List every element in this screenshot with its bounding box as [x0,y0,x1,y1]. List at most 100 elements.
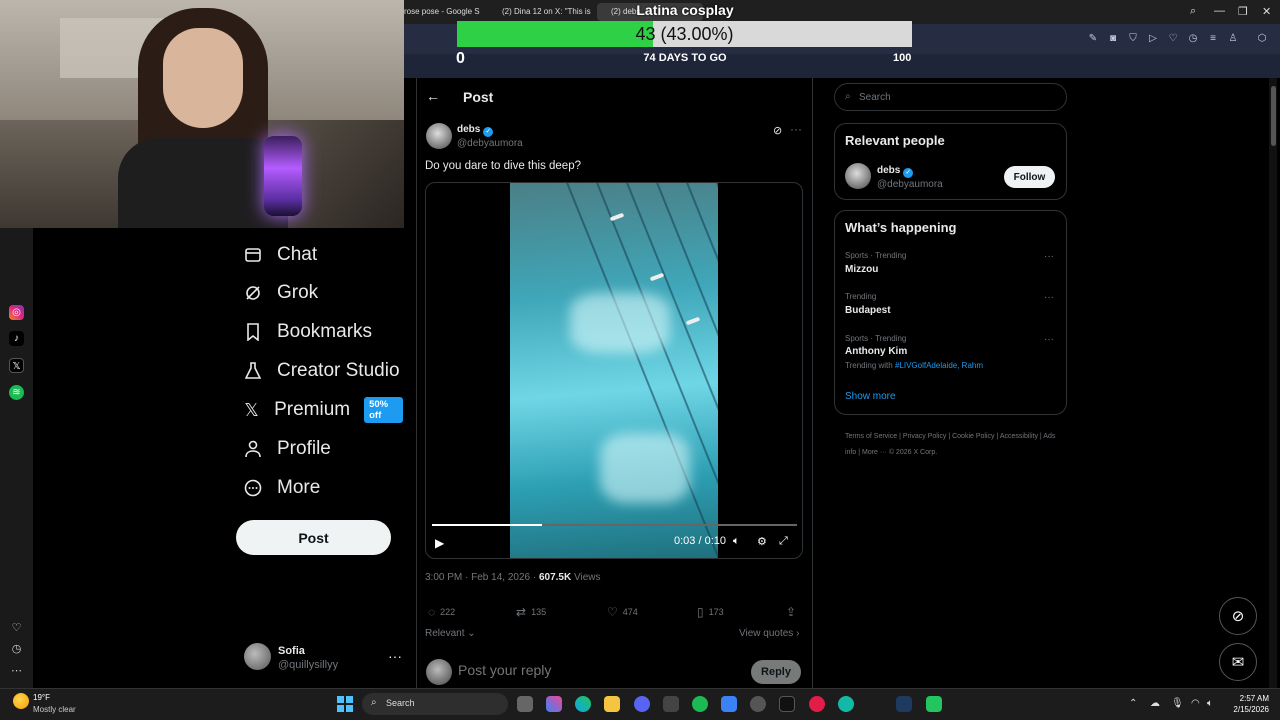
sidebar-item-label: Grok [277,282,319,303]
weather-desc[interactable]: Mostly clear [33,705,76,714]
history-icon[interactable]: ◷ [1186,33,1200,44]
video-player[interactable]: ▶ 0:03 / 0:10 🔈︎ ⚙ ⤢ [425,182,803,559]
back-arrow-icon[interactable]: ← [426,88,440,104]
history-icon[interactable]: ◷ [9,642,24,657]
author-handle[interactable]: @debyaumora [457,138,523,149]
trending-with-links[interactable]: #LIVGolfAdelaide, Rahm [895,361,983,370]
obs-icon[interactable] [926,696,942,712]
sidebar-item-profile[interactable]: Profile [243,430,331,468]
mic-icon[interactable]: 🎙︎ [1171,698,1184,709]
edit-icon[interactable]: ✎ [1086,33,1100,44]
store-icon[interactable] [663,696,679,712]
cloud-icon[interactable]: ☁ [1150,698,1160,709]
repost-button[interactable]: ⇄ 135 [516,605,546,619]
sidebar-item-creator-studio[interactable]: Creator Studio [243,352,400,390]
close-button[interactable]: ✕ [1262,5,1271,18]
sidebar-item-more[interactable]: More [243,469,320,507]
extension-icon[interactable]: ⬡ [1255,33,1269,44]
account-switcher[interactable]: Sofia @quillysillyy ··· [244,643,404,673]
trend-name[interactable]: Mizzou [845,264,878,275]
tiktok-icon[interactable] [779,696,795,712]
edge-icon[interactable] [575,696,591,712]
trend-name[interactable]: Anthony Kim [845,346,907,357]
compose-post-button[interactable]: Post [236,520,391,555]
more-icon[interactable]: ··· [1044,251,1054,262]
tab-google[interactable]: rose pose - Google S [404,3,484,21]
sidebar-item-premium[interactable]: 𝕏 Premium 50% off [243,391,403,429]
weather-icon[interactable] [13,693,29,709]
grok-icon[interactable]: ⊘ [773,124,782,137]
show-more-link[interactable]: Show more [845,391,896,402]
discord-icon[interactable] [634,696,650,712]
person-handle[interactable]: @debyaumora [877,179,943,190]
steam-client-icon[interactable] [896,696,912,712]
more-icon[interactable]: ··· [1044,292,1054,303]
video-frame[interactable] [510,183,718,558]
search-icon[interactable]: ⌕ [1190,5,1196,18]
settings-icon[interactable]: ⚙ [757,535,767,548]
messages-floating-icon[interactable]: ✉ [1219,643,1257,681]
search-input[interactable] [859,89,1059,105]
speaker-icon[interactable]: 🔈︎ [1207,698,1213,709]
taskbar-search[interactable]: ⌕ Search [362,693,508,715]
task-view-icon[interactable] [517,696,533,712]
person-name[interactable]: debs ✓ [877,165,914,178]
chevron-up-icon[interactable]: ⌃ [1129,698,1137,709]
weather-temp[interactable]: 19°F [33,693,50,702]
video-progress-bar[interactable] [432,524,797,526]
mail-app-icon[interactable] [721,696,737,712]
play-icon[interactable]: ▷ [1146,33,1160,44]
footer-links[interactable]: Terms of Service | Privacy Policy | Cook… [845,429,1065,461]
wifi-icon[interactable]: ◠ [1191,698,1200,709]
reply-submit-button[interactable]: Reply [751,660,801,684]
reply-button[interactable]: ◌ 222 [428,605,455,619]
sidebar-item-grok[interactable]: Grok [243,274,318,312]
post-actions: ◌ 222 ⇄ 135 ♡ 474 ▯ 173 ⇪ [426,605,802,621]
avatar[interactable] [845,163,871,189]
scrollbar[interactable] [1269,78,1277,688]
reply-input[interactable] [458,662,738,678]
scrollbar-thumb[interactable] [1271,86,1276,146]
video-time: 0:03 / 0:10 [674,535,726,547]
opera-icon[interactable] [809,696,825,712]
avatar[interactable] [426,123,452,149]
more-options-icon[interactable]: ··· [790,122,802,136]
steam-icon[interactable] [750,696,766,712]
profile-icon[interactable]: ♙ [1226,33,1240,44]
follow-button[interactable]: Follow [1004,166,1055,188]
trend-name[interactable]: Budapest [845,305,891,316]
grok-icon [243,283,263,303]
copilot-icon[interactable] [546,696,562,712]
more-icon[interactable]: ⋯ [9,664,24,679]
clock[interactable]: 2:57 AM 2/15/2026 [1229,693,1269,715]
shield-icon[interactable]: ⛉ [1126,33,1140,44]
reply-sort-dropdown[interactable]: Relevant ⌄ [425,628,476,639]
play-icon[interactable]: ▶ [435,536,444,550]
file-explorer-icon[interactable] [604,696,620,712]
tab-dina[interactable]: (2) Dina 12 on X: "This is [488,3,596,21]
windows-start-icon[interactable] [337,696,353,712]
maximize-button[interactable]: ❐ [1238,5,1248,18]
minimize-button[interactable]: — [1214,5,1225,17]
goal-title: Latina cosplay [636,2,734,18]
fullscreen-icon[interactable]: ⤢ [779,535,788,548]
search-box[interactable]: ⌕ [834,83,1067,111]
author-name[interactable]: debs ✓ [457,124,494,137]
share-button[interactable]: ⇪ [786,605,796,619]
sidebar-item-bookmarks[interactable]: Bookmarks [243,313,372,351]
spotify-icon[interactable] [692,696,708,712]
heart-icon[interactable]: ♡ [9,621,24,636]
menu-icon[interactable]: ≡ [1206,33,1220,44]
heart-icon[interactable]: ♡ [1166,33,1180,44]
camera-icon[interactable]: ◙ [1106,33,1120,44]
sidebar-item-label: More [277,477,321,498]
more-icon[interactable]: ··· [1044,334,1054,345]
grok-floating-icon[interactable]: ⊘ [1219,597,1257,635]
app-icon[interactable] [838,696,854,712]
bookmark-button[interactable]: ▯ 173 [697,605,724,619]
sidebar-item-chat[interactable]: Chat [243,236,317,274]
view-quotes-link[interactable]: View quotes › [739,628,799,639]
like-button[interactable]: ♡ 474 [607,605,638,619]
volume-icon[interactable]: 🔈︎ [733,535,740,548]
verified-badge-icon: ✓ [483,127,494,137]
